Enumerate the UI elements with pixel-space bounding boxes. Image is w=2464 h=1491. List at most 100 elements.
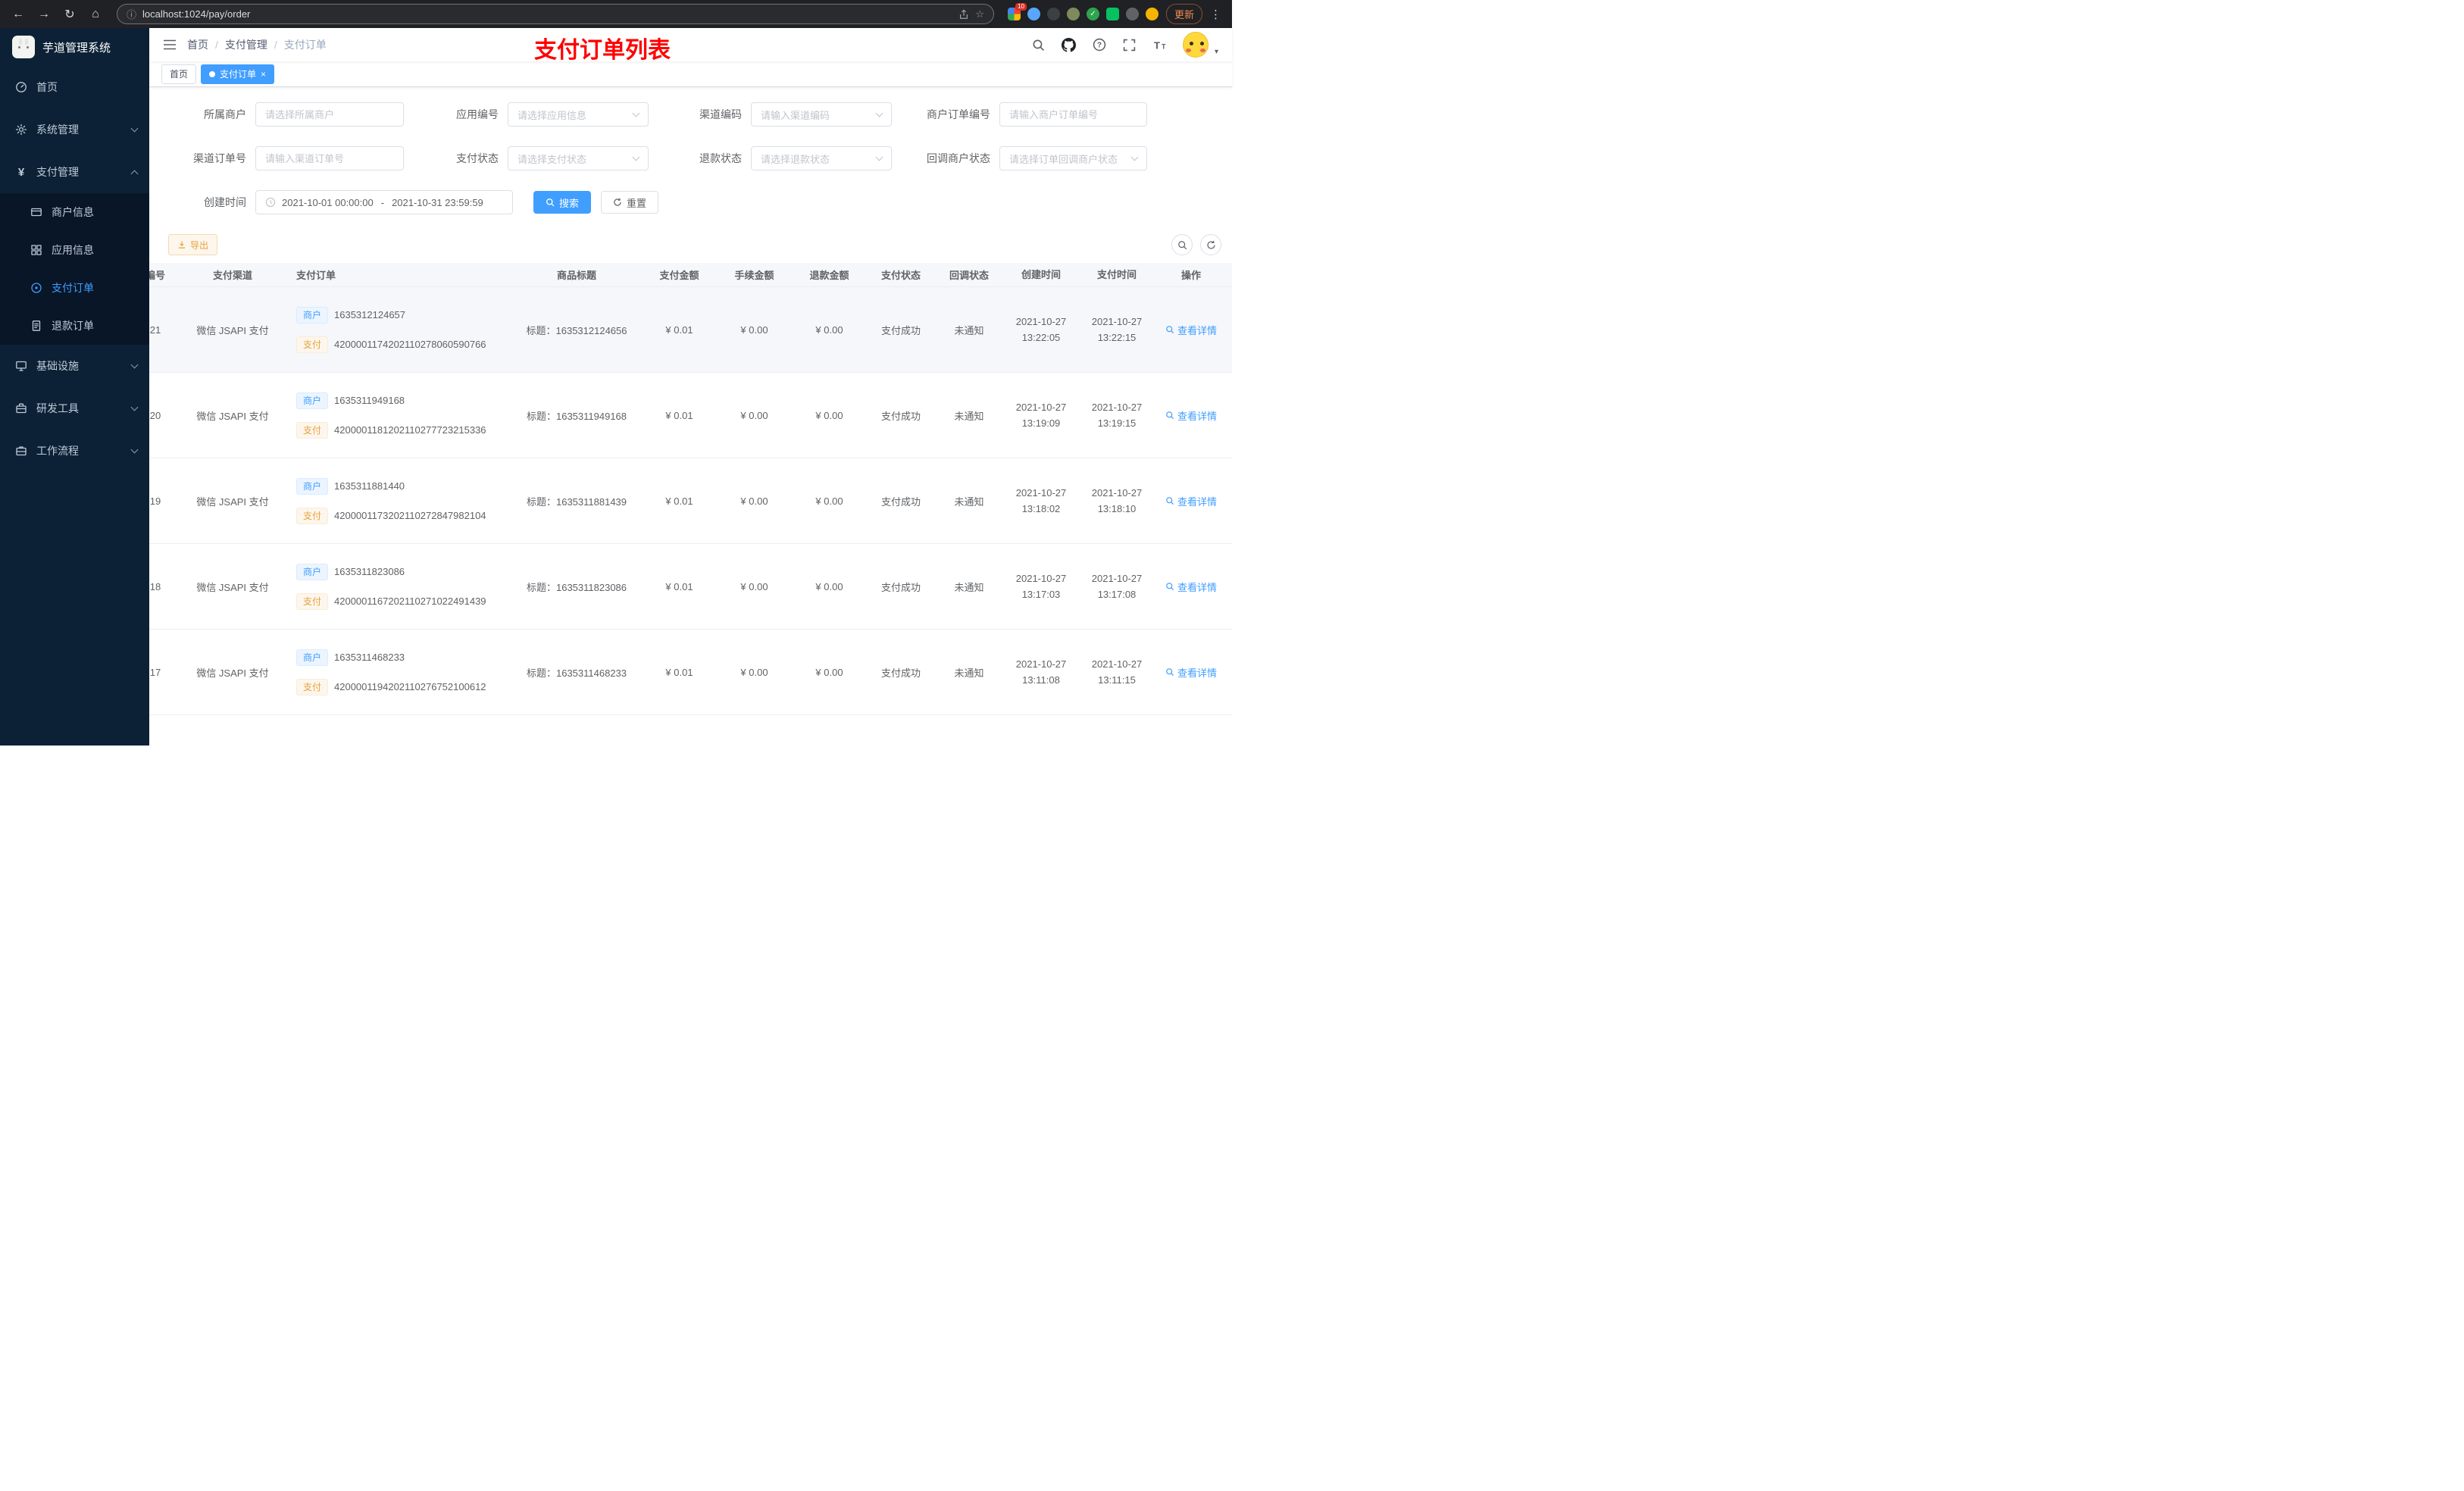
extension-icon[interactable] [1046, 8, 1060, 20]
sidebar-item-refund-order[interactable]: 退款订单 [0, 307, 149, 345]
channel-transaction-no: 4200001173202110272847982104 [334, 510, 486, 521]
sidebar-item-system[interactable]: 系统管理 [0, 108, 149, 151]
sidebar-item-infra[interactable]: 基础设施 [0, 345, 149, 387]
col-refund: 退款金额 [809, 270, 849, 281]
help-icon[interactable]: ? [1092, 37, 1107, 52]
sidebar-toggle-icon[interactable] [163, 39, 177, 51]
profile-avatar-icon[interactable] [1145, 8, 1159, 20]
chevron-up-icon [130, 170, 139, 177]
reload-icon[interactable]: ↻ [59, 4, 80, 25]
active-dot-icon [209, 70, 216, 77]
github-icon[interactable] [1062, 37, 1077, 52]
address-bar[interactable]: ⓘ localhost:1024/pay/order ☆ [117, 4, 994, 24]
cell-paid: 2021-10-27 13:11:15 [1091, 658, 1143, 686]
share-icon[interactable] [958, 8, 969, 20]
url-text: localhost:1024/pay/order [142, 8, 251, 20]
extension-icon[interactable] [1105, 8, 1119, 20]
bookmark-star-icon[interactable]: ☆ [975, 8, 984, 20]
tab-home[interactable]: 首页 [161, 64, 197, 84]
cell-paid: 2021-10-27 13:22:15 [1091, 315, 1143, 343]
sidebar-item-merchant-info[interactable]: 商户信息 [0, 193, 149, 231]
pay-tag: 支付 [296, 678, 329, 695]
sidebar-item-app-info[interactable]: 应用信息 [0, 231, 149, 269]
toggle-search-button[interactable] [1171, 234, 1193, 255]
chevron-down-icon [1130, 153, 1139, 161]
col-notify: 回调状态 [949, 270, 989, 281]
site-info-icon[interactable]: ⓘ [127, 7, 136, 21]
forward-icon[interactable]: → [33, 4, 55, 25]
tags-view-bar: 首页 支付订单 × [149, 61, 1232, 87]
cell-actions: 查看详情 [1155, 408, 1227, 423]
search-icon[interactable] [1031, 37, 1046, 52]
sidebar-logo: 芋道管理系统 [0, 28, 149, 66]
merchant-order-no-input[interactable] [999, 102, 1147, 127]
browser-menu-icon[interactable]: ⋮ [1207, 8, 1224, 21]
channel-order-no-input[interactable] [255, 146, 404, 170]
reset-button[interactable]: 重置 [601, 191, 659, 214]
cell-id: 20 [149, 409, 161, 421]
extension-icon[interactable] [1066, 8, 1080, 20]
fullscreen-icon[interactable] [1122, 37, 1137, 52]
user-avatar[interactable] [1182, 32, 1209, 58]
filter-label: 所属商户 [204, 108, 246, 120]
font-size-icon[interactable]: TT [1152, 37, 1168, 52]
cell-notify: 未通知 [954, 667, 984, 679]
refresh-table-button[interactable] [1200, 234, 1221, 255]
tab-pay-order[interactable]: 支付订单 × [201, 64, 275, 84]
sidebar-item-payment[interactable]: ¥ 支付管理 [0, 151, 149, 193]
merchant-tag: 商户 [296, 563, 329, 580]
filter-label: 商户订单编号 [927, 108, 990, 120]
svg-text:T: T [1162, 42, 1166, 50]
back-icon[interactable]: ← [8, 4, 29, 25]
app-no-select[interactable]: 请选择应用信息 [508, 102, 649, 127]
sidebar: 芋道管理系统 首页 系统管理 ¥ 支付管理 商户信息 应用信息 支付订单 退款订… [0, 28, 149, 746]
page-header: 首页 / 支付管理 / 支付订单 支付订单列表 ? T T ▾ [149, 28, 1232, 63]
dashboard-icon [15, 81, 27, 93]
col-amount: 支付金额 [659, 270, 699, 281]
view-detail-link[interactable]: 查看详情 [1165, 408, 1217, 423]
extension-badge: 10 [1015, 3, 1027, 11]
notify-status-select[interactable]: 请选择订单回调商户状态 [999, 146, 1147, 170]
sidebar-item-dev-tools[interactable]: 研发工具 [0, 387, 149, 430]
cell-created: 2021-10-27 13:17:03 [1015, 572, 1067, 600]
export-button[interactable]: 导出 [168, 234, 218, 255]
yen-icon: ¥ [17, 165, 25, 179]
extensions-puzzle-icon[interactable] [1125, 8, 1139, 20]
sidebar-item-pay-order[interactable]: 支付订单 [0, 269, 149, 307]
merchant-order-no: 1635311881440 [334, 480, 405, 492]
filter-label: 退款状态 [699, 152, 742, 164]
browser-update-button[interactable]: 更新 [1165, 4, 1202, 24]
search-icon [1166, 411, 1174, 420]
channel-transaction-no: 4200001194202110276752100612 [334, 681, 486, 692]
extension-icon[interactable] [1027, 8, 1040, 20]
search-button[interactable]: 搜索 [533, 191, 592, 214]
view-detail-link[interactable]: 查看详情 [1165, 494, 1217, 508]
merchant-order-no: 1635311468233 [334, 652, 405, 663]
extension-icon[interactable]: ✓ [1086, 8, 1099, 20]
merchant-tag: 商户 [296, 392, 329, 409]
breadcrumb-payment[interactable]: 支付管理 [225, 37, 267, 52]
view-detail-link[interactable]: 查看详情 [1165, 323, 1217, 337]
view-detail-link[interactable]: 查看详情 [1165, 665, 1217, 680]
cell-id: 18 [149, 580, 161, 592]
caret-down-icon[interactable]: ▾ [1215, 48, 1218, 58]
extension-icon[interactable]: 10 [1007, 3, 1027, 20]
cell-title: 标题：1635312124656 [526, 324, 627, 336]
cell-fee: ¥ 0.00 [740, 580, 768, 592]
cell-actions: 查看详情 [1155, 580, 1227, 594]
view-detail-link[interactable]: 查看详情 [1165, 580, 1217, 594]
cell-fee: ¥ 0.00 [740, 409, 768, 421]
merchant-tag: 商户 [296, 477, 329, 495]
cell-status: 支付成功 [880, 410, 921, 422]
refund-status-select[interactable]: 请选择退款状态 [751, 146, 892, 170]
owner-merchant-input[interactable] [255, 102, 404, 127]
breadcrumb-home[interactable]: 首页 [187, 37, 208, 52]
home-icon[interactable]: ⌂ [85, 4, 106, 25]
create-time-range-picker[interactable]: 2021-10-01 00:00:00 - 2021-10-31 23:59:5… [255, 190, 513, 214]
chevron-down-icon [130, 124, 139, 133]
pay-status-select[interactable]: 请选择支付状态 [508, 146, 649, 170]
sidebar-item-workflow[interactable]: 工作流程 [0, 430, 149, 472]
channel-code-select[interactable]: 请输入渠道编码 [751, 102, 892, 127]
close-icon[interactable]: × [261, 70, 266, 79]
sidebar-item-home[interactable]: 首页 [0, 66, 149, 108]
